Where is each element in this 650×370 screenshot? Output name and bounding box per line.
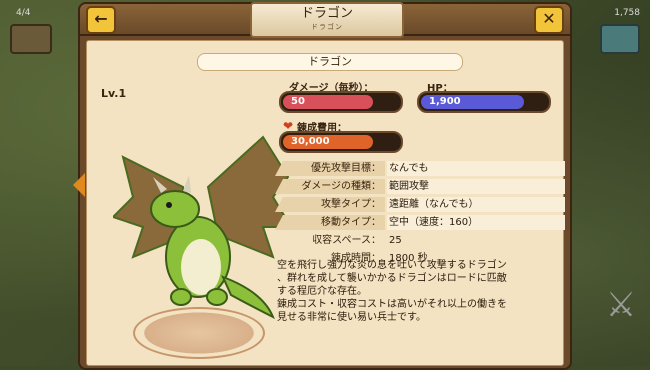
damage-value: 50 — [291, 96, 305, 107]
back-button[interactable]: ← — [86, 6, 116, 34]
title-bar: ← ドラゴン ドラゴン ✕ — [80, 2, 570, 38]
crossed-swords-icon[interactable]: ⚔ — [598, 285, 644, 331]
attribute-key: 収容スペース： — [312, 235, 381, 246]
description-line: 空を飛行し強力な炎の息を吐いて攻撃するドラゴン — [277, 260, 507, 271]
unit-info-panel: ← ドラゴン ドラゴン ✕ ドラゴン Lv.1 ダメージ（毎秒）： 50 HP：… — [73, 2, 572, 370]
close-button[interactable]: ✕ — [534, 6, 564, 34]
attribute-row: 攻撃タイプ： 遠距離（なんでも） — [275, 197, 565, 214]
attribute-value: 遠距離（なんでも） — [387, 197, 565, 212]
attribute-value: なんでも — [387, 161, 565, 176]
back-arrow-icon: ← — [94, 9, 108, 28]
description-line: する程厄介な存在。 — [277, 286, 367, 297]
description-line: 、群れを成して襲いかかるドラゴンはロードに匹敵 — [277, 273, 507, 284]
attribute-key: ダメージの種類： — [275, 179, 385, 194]
nav-left-arrow-icon[interactable] — [73, 173, 85, 197]
attribute-row: 優先攻撃目標： なんでも — [275, 161, 565, 178]
attribute-value: 25 — [389, 235, 402, 246]
resource-count: 1,758 — [614, 8, 640, 18]
attribute-key: 優先攻撃目標： — [275, 161, 385, 176]
army-count: 4/4 — [16, 8, 31, 18]
description-line: 錬成コスト・収容コストは高いがそれ以上の働きを — [277, 299, 507, 310]
description-line: 見せる非常に使い易い兵士です。 — [277, 312, 426, 323]
info-parchment: ドラゴン Lv.1 ダメージ（毎秒）： 50 HP： 1,900 ❤ 錬成費用：… — [73, 40, 565, 366]
cost-bar: 30,000 — [279, 131, 403, 153]
page-title: ドラゴン — [300, 6, 353, 21]
hp-bar: 1,900 — [417, 91, 551, 113]
title-plate: ドラゴン ドラゴン — [250, 2, 404, 38]
dragon-illustration — [113, 117, 293, 359]
unit-level: Lv.1 — [101, 87, 127, 100]
attribute-row: 収容スペース： 25 — [275, 233, 565, 250]
hud-right-resource[interactable]: 1,758 — [596, 6, 644, 54]
unit-description: 空を飛行し強力な炎の息を吐いて攻撃するドラゴン 、群れを成して襲いかかるドラゴン… — [277, 259, 563, 324]
dragon-image — [113, 135, 293, 320]
unit-name: ドラゴン — [197, 53, 463, 71]
cost-value: 30,000 — [291, 136, 330, 147]
close-icon: ✕ — [542, 9, 556, 28]
page-subtitle: ドラゴン — [311, 23, 343, 31]
attribute-key: 移動タイプ： — [275, 215, 385, 230]
gem-icon — [600, 24, 640, 54]
attribute-row: ダメージの種類： 範囲攻撃 — [275, 179, 565, 196]
attribute-key: 攻撃タイプ： — [275, 197, 385, 212]
attribute-row: 移動タイプ： 空中（速度：160） — [275, 215, 565, 232]
army-camp-icon — [10, 24, 52, 54]
attribute-value: 空中（速度：160） — [387, 215, 565, 230]
damage-bar: 50 — [279, 91, 403, 113]
attribute-list: 優先攻撃目標： なんでも ダメージの種類： 範囲攻撃 攻撃タイプ： 遠距離（なん… — [275, 161, 565, 269]
attribute-value: 範囲攻撃 — [387, 179, 565, 194]
hp-value: 1,900 — [429, 96, 461, 107]
hud-left-army[interactable]: 4/4 — [8, 6, 52, 54]
